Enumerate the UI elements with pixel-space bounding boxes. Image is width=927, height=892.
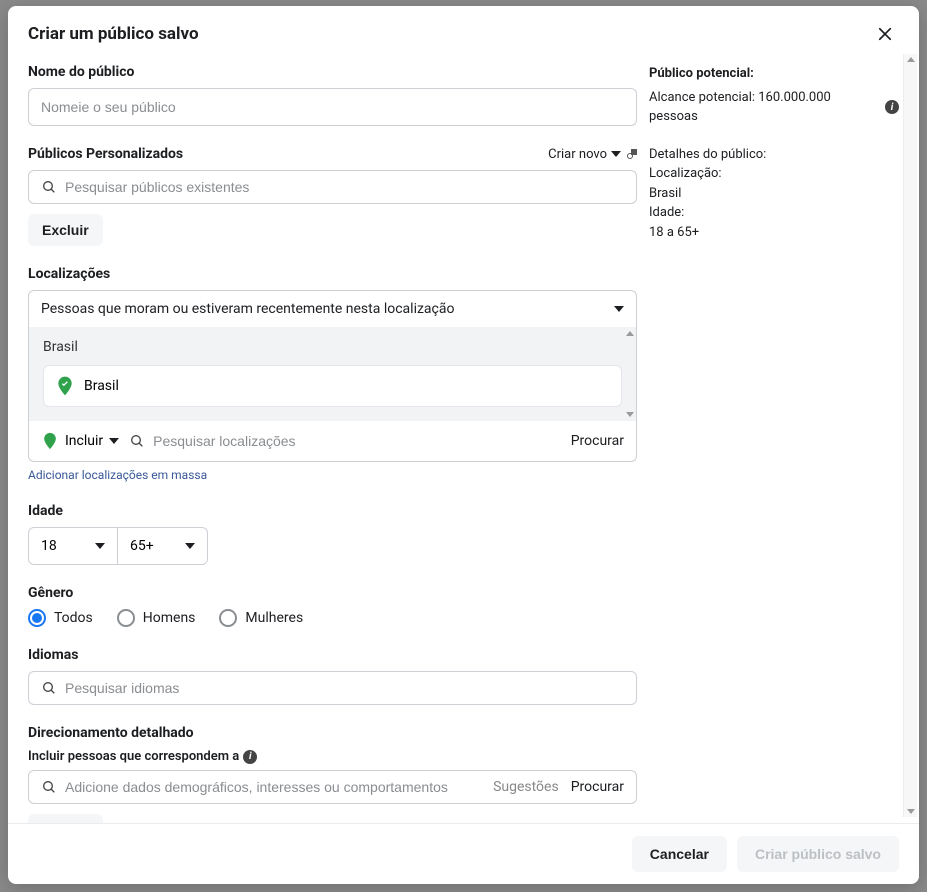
detailed-search-input[interactable] — [65, 779, 485, 795]
radio-icon — [117, 609, 135, 627]
gender-option-men[interactable]: Homens — [117, 609, 196, 627]
languages-label: Idiomas — [28, 647, 637, 663]
custom-audiences-header: Públicos Personalizados Criar novo — [28, 146, 637, 162]
search-icon — [41, 779, 57, 795]
scroll-up-icon — [626, 331, 634, 336]
location-search[interactable] — [129, 433, 561, 449]
sidebar-age-value: 18 a 65+ — [649, 223, 899, 243]
sidebar-location-label: Localização: — [649, 164, 899, 184]
location-chip[interactable]: Brasil — [43, 365, 622, 407]
potential-reach-value: Alcance potencial: 160.000.000 pessoas — [649, 88, 881, 127]
detailed-targeting-section: Direcionamento detalhado Incluir pessoas… — [28, 725, 637, 823]
detailed-search[interactable]: Sugestões Procurar — [28, 770, 637, 804]
detailed-targeting-label: Direcionamento detalhado — [28, 725, 637, 741]
location-search-input[interactable] — [153, 433, 561, 449]
custom-audiences-search-input[interactable] — [65, 179, 624, 195]
search-icon — [41, 179, 57, 195]
gender-option-all[interactable]: Todos — [28, 609, 93, 627]
create-new-label: Criar novo — [548, 147, 607, 162]
exclude-detailed-button[interactable]: Excluir — [28, 814, 103, 823]
audience-name-input[interactable] — [28, 88, 637, 126]
modal-header: Criar um público salvo — [8, 6, 919, 48]
age-min-select[interactable]: 18 — [28, 527, 118, 565]
age-max-select[interactable]: 65+ — [118, 527, 208, 565]
custom-audiences-label: Públicos Personalizados — [28, 146, 183, 162]
age-row: 18 65+ — [28, 527, 637, 565]
location-include-row: Incluir Procurar — [29, 421, 636, 461]
cancel-button[interactable]: Cancelar — [632, 836, 727, 872]
age-max-value: 65+ — [130, 538, 154, 554]
chevron-down-icon — [611, 151, 621, 157]
potential-audience-label: Público potencial: — [649, 66, 754, 81]
gender-men-label: Homens — [143, 610, 196, 626]
browse-detailed-link[interactable]: Procurar — [571, 779, 624, 795]
browse-locations-link[interactable]: Procurar — [571, 433, 624, 449]
detailed-search-actions: Sugestões Procurar — [493, 779, 624, 795]
custom-audiences-section: Públicos Personalizados Criar novo Exclu… — [28, 146, 637, 246]
gender-option-women[interactable]: Mulheres — [219, 609, 303, 627]
age-section: Idade 18 65+ — [28, 503, 637, 565]
languages-search-input[interactable] — [65, 680, 624, 696]
exclude-custom-audience-button[interactable]: Excluir — [28, 214, 103, 246]
gender-all-label: Todos — [54, 610, 93, 626]
modal-footer: Cancelar Criar público salvo — [8, 823, 919, 884]
audience-name-label: Nome do público — [28, 64, 637, 80]
include-toggle[interactable]: Incluir — [41, 431, 119, 451]
audience-summary-sidebar: Público potencial: Alcance potencial: 16… — [649, 48, 919, 823]
age-min-value: 18 — [41, 538, 57, 554]
create-new-dropdown[interactable]: Criar novo — [548, 147, 637, 162]
info-icon[interactable]: i — [885, 100, 899, 114]
close-button[interactable] — [871, 20, 899, 48]
decorator-icon — [627, 149, 637, 159]
languages-section: Idiomas — [28, 647, 637, 705]
location-chip-label: Brasil — [84, 378, 119, 394]
chevron-down-icon — [614, 306, 624, 312]
radio-icon — [219, 609, 237, 627]
bulk-locations-link[interactable]: Adicionar localizações em massa — [28, 468, 207, 482]
location-scope-selected: Pessoas que moram ou estiveram recenteme… — [41, 301, 454, 317]
locations-section: Localizações Pessoas que moram ou estive… — [28, 266, 637, 483]
audience-name-section: Nome do público — [28, 64, 637, 126]
search-icon — [129, 433, 145, 449]
create-audience-button[interactable]: Criar público salvo — [737, 836, 899, 872]
location-pin-icon — [41, 431, 59, 451]
create-saved-audience-modal: Criar um público salvo Nome do público P… — [8, 6, 919, 884]
custom-audiences-search[interactable] — [28, 170, 637, 204]
scroll-down-icon — [626, 412, 634, 417]
locations-selected-area: Brasil Brasil — [29, 327, 636, 421]
radio-icon — [28, 609, 46, 627]
gender-radio-group: Todos Homens Mulheres — [28, 609, 637, 627]
chevron-down-icon — [95, 543, 105, 549]
suggestions-link[interactable]: Sugestões — [493, 779, 559, 795]
include-toggle-label: Incluir — [65, 433, 103, 449]
close-icon — [876, 25, 894, 43]
gender-label: Gênero — [28, 585, 637, 601]
audience-details-label: Detalhes do público: — [649, 145, 899, 165]
sidebar-age-label: Idade: — [649, 203, 899, 223]
modal-body: Nome do público Públicos Personalizados … — [8, 48, 919, 823]
info-icon[interactable]: i — [243, 750, 257, 764]
languages-search[interactable] — [28, 671, 637, 705]
location-pin-icon — [56, 376, 74, 396]
age-label: Idade — [28, 503, 637, 519]
location-scope-select[interactable]: Pessoas que moram ou estiveram recenteme… — [28, 290, 637, 328]
search-icon — [41, 680, 57, 696]
modal-title: Criar um público salvo — [28, 24, 199, 44]
scrollbar[interactable] — [903, 54, 917, 817]
main-column: Nome do público Públicos Personalizados … — [28, 48, 637, 823]
gender-section: Gênero Todos Homens Mulheres — [28, 585, 637, 627]
sidebar-location-value: Brasil — [649, 184, 899, 204]
chevron-down-icon — [185, 543, 195, 549]
detailed-include-hint: Incluir pessoas que correspondem a i — [28, 749, 637, 764]
location-group-header: Brasil — [43, 339, 622, 355]
locations-box: Brasil Brasil Inc — [28, 327, 637, 462]
chevron-down-icon — [109, 438, 119, 444]
gender-women-label: Mulheres — [245, 610, 303, 626]
locations-label: Localizações — [28, 266, 637, 282]
